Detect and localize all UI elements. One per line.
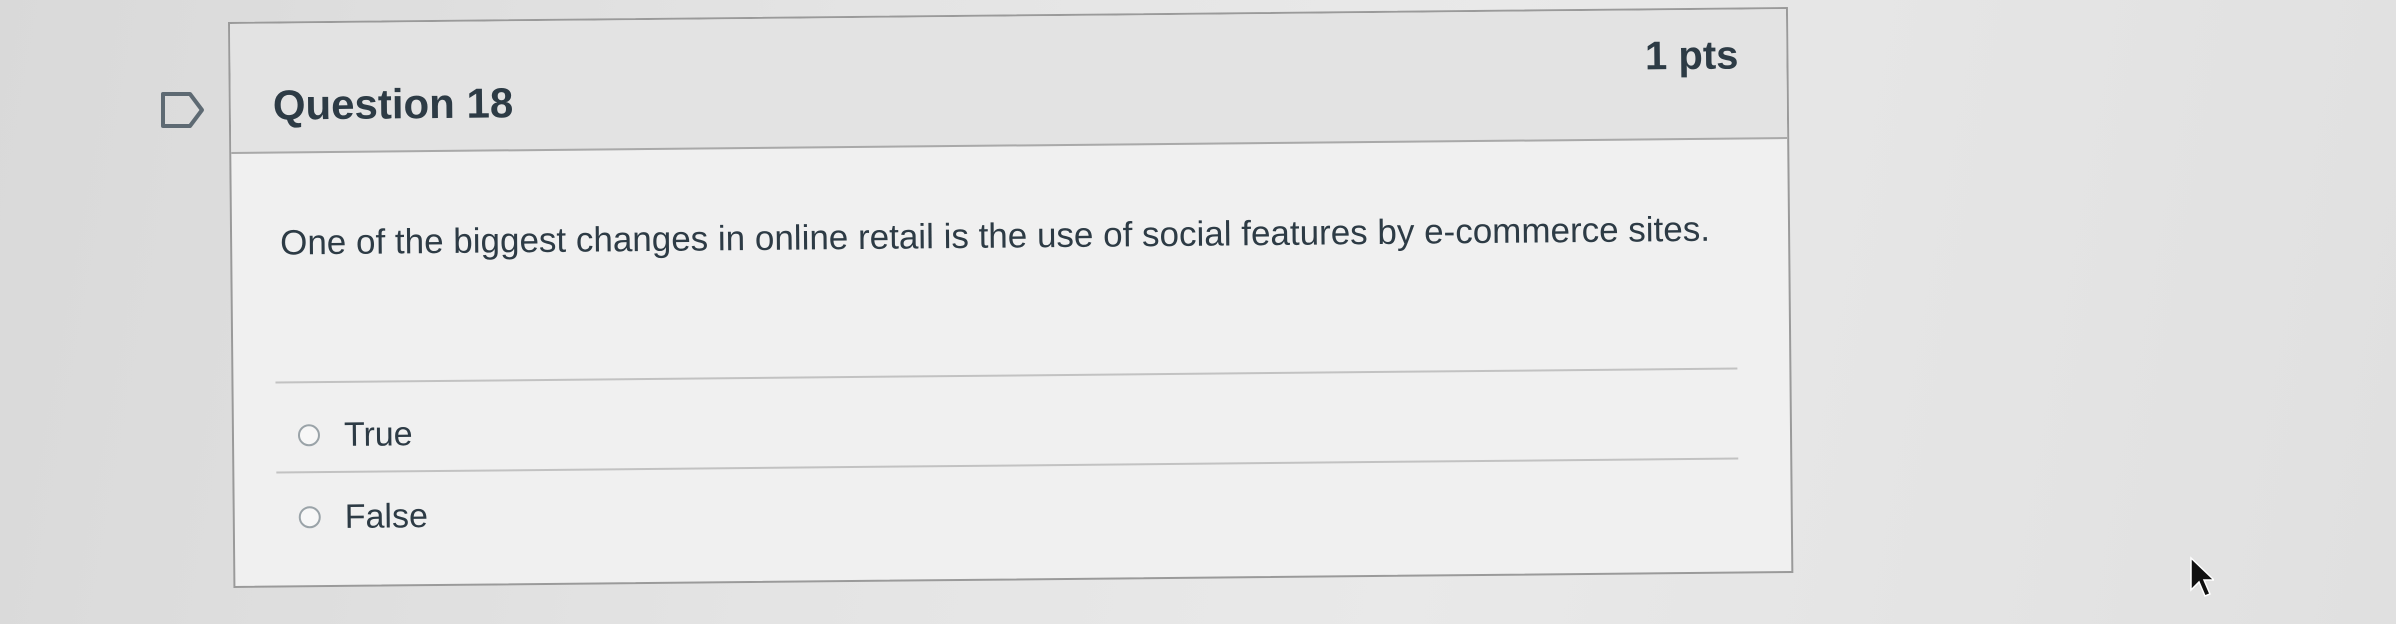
question-points: 1 pts	[1644, 33, 1739, 79]
question-card: Question 18 1 pts One of the biggest cha…	[228, 7, 1794, 588]
answer-divider	[275, 367, 1738, 384]
answer-option-true[interactable]: True	[297, 414, 413, 455]
flag-question-icon[interactable]	[160, 90, 206, 130]
radio-button-true[interactable]	[297, 424, 321, 447]
question-text: One of the biggest changes in online ret…	[279, 209, 1711, 263]
question-header: Question 18 1 pts	[230, 9, 1788, 154]
answer-label-false[interactable]: False	[345, 497, 429, 537]
answer-divider	[276, 457, 1739, 474]
answer-label-true[interactable]: True	[344, 415, 413, 455]
question-title: Question 18	[272, 79, 514, 129]
radio-button-false[interactable]	[298, 506, 321, 529]
mouse-pointer-icon	[2190, 556, 2214, 597]
answer-option-false[interactable]: False	[298, 496, 429, 537]
